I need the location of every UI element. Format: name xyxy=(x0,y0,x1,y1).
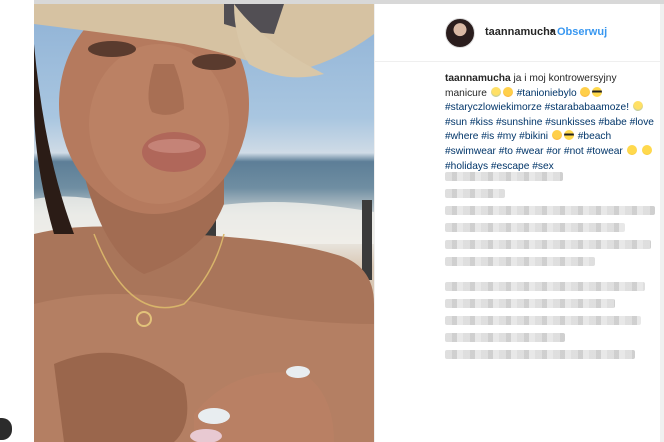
hashtag-group[interactable]: #holidays #escape #sex xyxy=(445,161,554,172)
emoji-icon xyxy=(551,130,562,141)
caption-author[interactable]: taannamucha xyxy=(445,73,511,84)
blurred-comment-line xyxy=(445,350,635,359)
photo-illustration xyxy=(34,4,374,442)
blurred-comment-line xyxy=(445,299,615,308)
blurred-comment-line xyxy=(445,172,563,181)
blurred-comment-line xyxy=(445,316,641,325)
blurred-comment-line xyxy=(445,189,505,198)
blurred-comment-line xyxy=(445,240,651,249)
blurred-comments xyxy=(445,172,657,367)
avatar[interactable] xyxy=(445,18,475,48)
username-link[interactable]: taannamucha xyxy=(485,26,556,38)
blurred-comment-line xyxy=(445,206,655,215)
emoji-icon xyxy=(580,86,591,97)
emoji-icon xyxy=(641,144,652,155)
hashtag-group[interactable]: #tanioniebylo xyxy=(517,88,577,99)
emoji-icon xyxy=(632,101,643,112)
blurred-comment-line xyxy=(445,282,645,291)
hashtag-group[interactable]: #staryczlowiekimorze #starababaamoze! xyxy=(445,102,629,113)
emoji-icon xyxy=(563,130,574,141)
blurred-comment-line xyxy=(445,333,565,342)
emoji-icon xyxy=(502,86,513,97)
hashtag-group[interactable]: #sun #kiss #sunshine #sunkisses #babe #l… xyxy=(445,117,654,143)
scrollbar[interactable] xyxy=(660,4,664,442)
post-caption: taannamucha ja i moj kontrowersyjny mani… xyxy=(445,72,657,174)
emoji-icon xyxy=(626,144,637,155)
blurred-comment-line xyxy=(445,257,595,266)
follow-button[interactable]: Obserwuj xyxy=(557,26,607,38)
emoji-icon xyxy=(490,86,501,97)
post-header: taannamucha • Obserwuj xyxy=(375,4,664,62)
post-side-panel: taannamucha • Obserwuj taannamucha ja i … xyxy=(374,4,664,442)
separator-dot: • xyxy=(550,25,554,37)
blurred-comment-line xyxy=(445,223,625,232)
post-photo[interactable] xyxy=(34,4,374,442)
emoji-icon xyxy=(592,86,603,97)
page-left-margin xyxy=(0,0,34,442)
